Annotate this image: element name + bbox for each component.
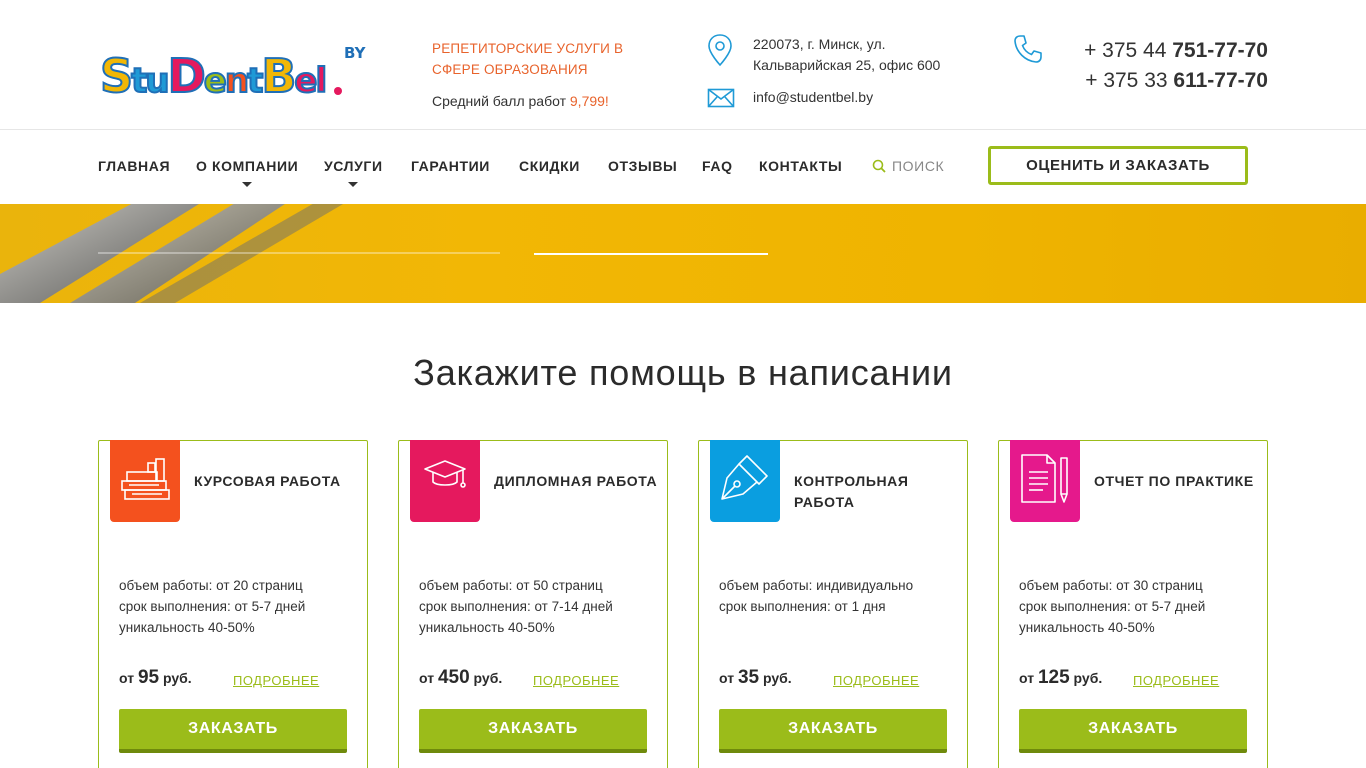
more-link[interactable]: ПОДРОБНЕЕ: [533, 673, 619, 688]
nav-item-discounts[interactable]: СКИДКИ: [519, 158, 580, 174]
order-button[interactable]: ЗАКАЗАТЬ: [1019, 709, 1247, 753]
order-button[interactable]: ЗАКАЗАТЬ: [119, 709, 347, 753]
order-button[interactable]: ЗАКАЗАТЬ: [719, 709, 947, 753]
nav-item-services[interactable]: УСЛУГИ: [324, 158, 383, 187]
main-nav: ГЛАВНАЯ О КОМПАНИИ УСЛУГИ ГАРАНТИИ СКИДК…: [0, 131, 1366, 204]
card-description: объем работы: индивидуально срок выполне…: [719, 578, 914, 614]
card-price: от 125 руб.: [1019, 667, 1103, 688]
card-price: от 450 руб.: [419, 667, 503, 688]
books-icon: [110, 440, 180, 522]
search-icon: [872, 159, 886, 173]
card-price: от 35 руб.: [719, 667, 792, 688]
average-score-value: 9,799!: [569, 93, 609, 109]
card-title: ДИПЛОМНАЯ РАБОТА: [494, 473, 658, 489]
document-pencil-icon: [1010, 440, 1080, 522]
card-title: КОНТРОЛЬНАЯ РАБОТА: [794, 473, 909, 510]
nav-item-faq[interactable]: FAQ: [702, 158, 733, 174]
service-card-practice-report: ОТЧЕТ ПО ПРАКТИКЕ объем работы: от 30 ст…: [998, 440, 1268, 768]
nav-item-guarantees[interactable]: ГАРАНТИИ: [411, 158, 490, 174]
tagline: РЕПЕТИТОРСКИЕ УСЛУГИ В СФЕРЕ ОБРАЗОВАНИЯ: [432, 41, 624, 77]
search-label: ПОИСК: [892, 158, 945, 174]
phone-icon: [1014, 35, 1042, 63]
nav-item-about[interactable]: О КОМПАНИИ: [196, 158, 298, 187]
more-link[interactable]: ПОДРОБНЕЕ: [833, 673, 919, 688]
email-link[interactable]: info@studentbel.by: [753, 89, 873, 105]
pen-nib-icon: [710, 440, 780, 522]
card-title: ОТЧЕТ ПО ПРАКТИКЕ: [1094, 473, 1254, 489]
estimate-and-order-button[interactable]: ОЦЕНИТЬ И ЗАКАЗАТЬ: [988, 146, 1248, 185]
graduation-cap-icon: [410, 440, 480, 522]
card-title: КУРСОВАЯ РАБОТА: [194, 473, 341, 489]
card-description: объем работы: от 50 страниц срок выполне…: [419, 578, 613, 635]
address-line-2: Кальварийская 25, офис 600: [753, 57, 941, 73]
phone-1[interactable]: + 375 44 751-77-70: [1084, 36, 1268, 66]
average-score-label: Средний балл работ: [432, 93, 566, 109]
svg-text:BY: BY: [344, 44, 367, 62]
site-header: StuDentBel BY РЕПЕТИТОРСКИЕ УСЛУГИ В СФЕ…: [0, 0, 1366, 130]
envelope-icon: [707, 88, 735, 108]
nav-item-home[interactable]: ГЛАВНАЯ: [98, 158, 170, 174]
more-link[interactable]: ПОДРОБНЕЕ: [1133, 673, 1219, 688]
card-price: от 95 руб.: [119, 667, 192, 688]
search-link[interactable]: ПОИСК: [872, 158, 944, 174]
phone-2[interactable]: + 375 33 611-77-70: [1084, 66, 1268, 96]
service-card-diploma: ДИПЛОМНАЯ РАБОТА объем работы: от 50 стр…: [398, 440, 668, 768]
hero-banner: [0, 204, 1366, 303]
order-button[interactable]: ЗАКАЗАТЬ: [419, 709, 647, 753]
nav-item-reviews[interactable]: ОТЗЫВЫ: [608, 158, 677, 174]
nav-item-contacts[interactable]: КОНТАКТЫ: [759, 158, 842, 174]
pencils-image: [0, 204, 768, 303]
card-description: объем работы: от 20 страниц срок выполне…: [119, 578, 306, 635]
card-description: объем работы: от 30 страниц срок выполне…: [1019, 578, 1206, 635]
phone-numbers: + 375 44 751-77-70 + 375 33 611-77-70: [1084, 36, 1268, 96]
more-link[interactable]: ПОДРОБНЕЕ: [233, 673, 319, 688]
chevron-down-icon: [348, 182, 359, 187]
studentbel-logo[interactable]: StuDentBel BY: [98, 38, 373, 102]
section-title: Закажите помощь в написании: [413, 352, 953, 393]
svg-text:StuDentBel: StuDentBel: [100, 49, 325, 102]
chevron-down-icon: [242, 182, 253, 187]
address-line-1: 220073, г. Минск, ул.: [753, 36, 886, 52]
location-pin-icon: [708, 34, 732, 67]
address: 220073, г. Минск, ул. Кальварийская 25, …: [753, 34, 940, 76]
service-card-coursework: КУРСОВАЯ РАБОТА объем работы: от 20 стра…: [98, 440, 368, 768]
average-score: Средний балл работ 9,799!: [432, 93, 609, 109]
service-card-test-work: КОНТРОЛЬНАЯ РАБОТА объем работы: индивид…: [698, 440, 968, 768]
